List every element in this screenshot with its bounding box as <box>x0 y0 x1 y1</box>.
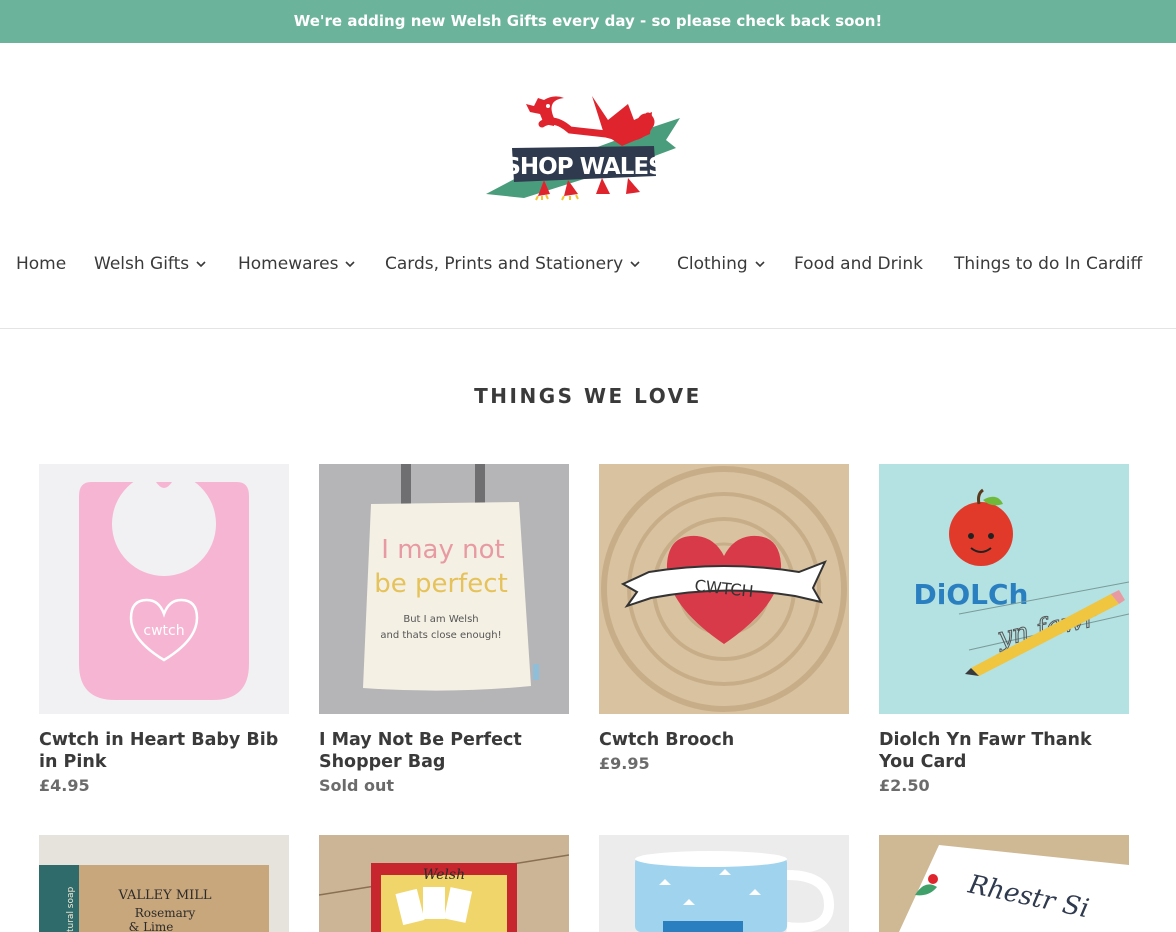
header-divider <box>0 328 1176 329</box>
product-image-cwtch-brooch[interactable]: CWTCH <box>599 464 849 714</box>
product-title[interactable]: Diolch Yn Fawr Thank You Card <box>879 729 1129 773</box>
announcement-bar: We're adding new Welsh Gifts every day -… <box>0 0 1176 43</box>
product-card[interactable]: cwtch Cwtch in Heart Baby Bib in Pink £4… <box>39 464 289 795</box>
bag-image-line1: I may not <box>381 535 504 565</box>
product-price: £2.50 <box>879 776 930 795</box>
nav-homewares-label: Homewares <box>238 254 339 274</box>
chevron-down-icon <box>630 261 640 268</box>
product-price: £9.95 <box>599 754 650 773</box>
product-image-rhestr-notepad[interactable]: Rhestr Si <box>879 835 1129 932</box>
product-image-shopper-bag[interactable]: I may not be perfect But I am Welsh and … <box>319 464 569 714</box>
nav-clothing-label: Clothing <box>677 254 748 274</box>
nav-cardiff-label: Things to do In Cardiff <box>954 254 1143 274</box>
nav-home-label: Home <box>16 254 67 274</box>
product-image-baby-bib[interactable]: cwtch <box>39 464 289 714</box>
product-title[interactable]: Cwtch in Heart Baby Bib in Pink <box>39 729 289 773</box>
product-card[interactable]: DiOLCh yn fawr Diolch Yn Fawr Thank You … <box>879 464 1129 795</box>
nav-welsh-gifts[interactable]: Welsh Gifts <box>94 254 206 274</box>
product-image-mug[interactable] <box>599 835 849 932</box>
card-image-line1: DiOLCh <box>914 578 1029 611</box>
product-image-valley-mill-soap[interactable]: natural soap VALLEY MILL Rosemary & Lime <box>39 835 289 932</box>
product-price: £4.95 <box>39 776 90 795</box>
product-card[interactable]: I may not be perfect But I am Welsh and … <box>319 464 569 795</box>
nav-food-and-drink[interactable]: Food and Drink <box>794 254 923 274</box>
shop-wales-logo[interactable]: SHOP WALES <box>484 90 684 202</box>
product-card[interactable]: CWTCH Cwtch Brooch £9.95 <box>599 464 849 773</box>
nav-clothing[interactable]: Clothing <box>677 254 765 274</box>
soap-image-line1: VALLEY MILL <box>117 888 211 903</box>
product-title[interactable]: Cwtch Brooch <box>599 729 849 751</box>
soap-image-line2: Rosemary <box>135 906 196 920</box>
bag-image-line2: be perfect <box>374 569 508 599</box>
bag-image-line4: and thats close enough! <box>380 630 501 641</box>
nav-home[interactable]: Home <box>16 254 66 274</box>
product-image-welsh-cards[interactable]: Welsh <box>319 835 569 932</box>
logo-text: SHOP WALES <box>504 154 663 180</box>
nav-cards-prints-stationery[interactable]: Cards, Prints and Stationery <box>385 254 640 274</box>
nav-homewares[interactable]: Homewares <box>238 254 356 274</box>
chevron-down-icon <box>755 261 765 268</box>
nav-things-to-do-cardiff[interactable]: Things to do In Cardiff <box>954 254 1142 274</box>
bag-image-line3: But I am Welsh <box>403 614 478 625</box>
chevron-down-icon <box>196 261 206 268</box>
nav-welsh-gifts-label: Welsh Gifts <box>94 254 190 274</box>
product-price: Sold out <box>319 776 395 795</box>
cards-image-text: Welsh <box>423 867 465 883</box>
nav-food-label: Food and Drink <box>794 254 923 274</box>
soap-image-line3: & Lime <box>129 920 174 932</box>
main-navigation: Home Welsh Gifts Homewares Cards, Prints… <box>0 254 1176 278</box>
nav-cards-label: Cards, Prints and Stationery <box>385 254 624 274</box>
soap-image-line4: natural soap <box>66 886 76 932</box>
bib-image-text: cwtch <box>143 623 184 639</box>
product-image-diolch-card[interactable]: DiOLCh yn fawr <box>879 464 1129 714</box>
section-title: THINGS WE LOVE <box>474 384 702 408</box>
chevron-down-icon <box>345 261 356 268</box>
product-title[interactable]: I May Not Be Perfect Shopper Bag <box>319 729 569 773</box>
